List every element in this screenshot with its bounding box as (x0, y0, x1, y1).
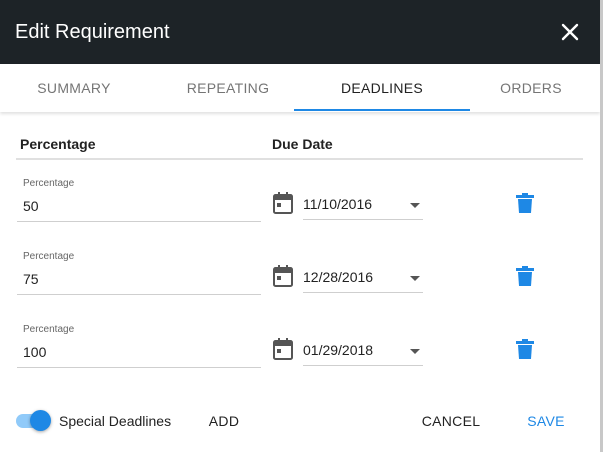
tab-repeating[interactable]: REPEATING (148, 64, 308, 112)
calendar-icon[interactable] (273, 192, 293, 214)
due-date-underline (303, 365, 423, 366)
percentage-field-label: Percentage (23, 251, 75, 262)
due-date-underline (303, 219, 423, 220)
close-icon (561, 23, 579, 41)
dialog-title: Edit Requirement (15, 21, 170, 43)
special-deadlines-toggle[interactable] (16, 409, 52, 431)
percentage-input[interactable]: 100 (23, 344, 46, 360)
percentage-input[interactable]: 50 (23, 198, 39, 214)
percentage-field-label: Percentage (23, 178, 75, 189)
deadline-row: Percentage 50 11/10/2016 (0, 178, 600, 250)
trash-icon[interactable] (516, 193, 534, 213)
percentage-input-underline (17, 367, 261, 368)
deadline-row: Percentage 100 01/29/2018 (0, 324, 600, 396)
due-date-select[interactable]: 01/29/2018 (303, 338, 423, 366)
due-date-value: 01/29/2018 (303, 342, 374, 358)
calendar-icon[interactable] (273, 338, 293, 360)
add-button[interactable]: ADD (200, 406, 248, 436)
due-date-value: 11/10/2016 (303, 196, 373, 212)
tab-summary[interactable]: SUMMARY (0, 64, 148, 112)
edit-requirement-dialog: Edit Requirement SUMMARY REPEATING DEADL… (0, 0, 600, 452)
due-date-select[interactable]: 12/28/2016 (303, 265, 423, 293)
tab-orders[interactable]: ORDERS (470, 64, 592, 112)
header-divider (16, 158, 583, 160)
due-date-select[interactable]: 11/10/2016 (303, 192, 423, 220)
chevron-down-icon (410, 203, 420, 208)
percentage-input[interactable]: 75 (23, 271, 39, 287)
cancel-button[interactable]: CANCEL (414, 406, 488, 436)
due-date-value: 12/28/2016 (303, 269, 374, 285)
save-button[interactable]: SAVE (520, 406, 572, 436)
deadline-row: Percentage 75 12/28/2016 (0, 251, 600, 323)
tab-bar: SUMMARY REPEATING DEADLINES ORDERS (0, 64, 600, 112)
column-header-percentage: Percentage (20, 136, 96, 152)
chevron-down-icon (410, 276, 420, 281)
tab-deadlines[interactable]: DEADLINES (294, 64, 470, 112)
toggle-thumb (30, 410, 51, 431)
column-header-due-date: Due Date (272, 136, 333, 152)
percentage-field-label: Percentage (23, 324, 75, 335)
dialog-header: Edit Requirement (0, 0, 600, 64)
calendar-icon[interactable] (273, 265, 293, 287)
special-deadlines-label: Special Deadlines (59, 413, 172, 429)
due-date-underline (303, 292, 423, 293)
active-tab-indicator (294, 109, 470, 111)
percentage-input-underline (17, 294, 261, 295)
percentage-input-underline (17, 221, 261, 222)
close-button[interactable] (556, 18, 584, 46)
trash-icon[interactable] (516, 266, 534, 286)
chevron-down-icon (410, 349, 420, 354)
trash-icon[interactable] (516, 339, 534, 359)
